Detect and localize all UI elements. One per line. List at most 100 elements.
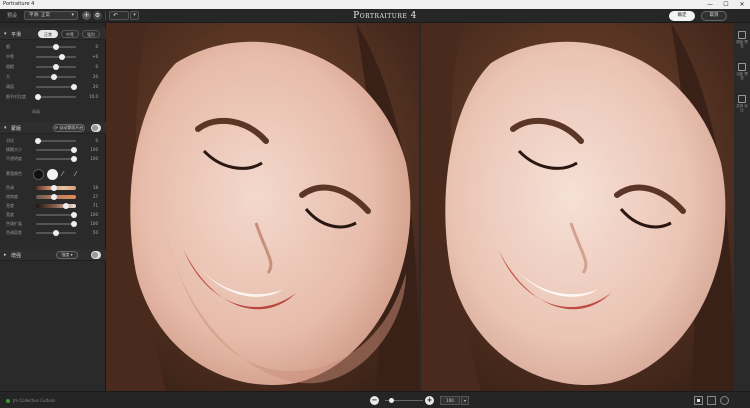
mask-slider-label: 不透明度	[6, 156, 22, 161]
top-toolbar: 预设 平滑: 正常 + ⚙ ↶ ▾ Portraiture 4 确定 取消	[0, 9, 750, 23]
mask-color-slider-value[interactable]: 27	[84, 194, 98, 199]
mask-color-slider-knob[interactable]	[71, 221, 77, 227]
smoothing-slider-track[interactable]	[36, 96, 76, 98]
enhance-toggle[interactable]	[91, 251, 101, 259]
mask-color-slider-row: 宽度 100	[0, 211, 106, 219]
advanced-label: 高级	[32, 109, 40, 114]
mask-color-slider-value[interactable]: 50	[84, 230, 98, 235]
undo-history-caret[interactable]: ▾	[130, 11, 139, 20]
original-image-pane[interactable]	[106, 23, 419, 391]
close-icon[interactable]: ✕	[734, 0, 750, 9]
grid-view-toggle[interactable]	[720, 396, 729, 405]
view-split-button[interactable]: 并排 对比	[735, 95, 749, 112]
mask-color-black-swatch[interactable]	[33, 169, 44, 180]
mask-color-slider-track[interactable]	[36, 214, 76, 216]
smoothing-slider-knob[interactable]	[35, 94, 41, 100]
preview-image-pane[interactable]	[421, 23, 734, 391]
mask-slider-label: 模糊大小	[6, 147, 22, 152]
mask-color-slider-knob[interactable]	[51, 185, 57, 191]
mask-slider-track[interactable]	[36, 140, 76, 142]
eyedropper-icon[interactable]: ⁄	[62, 170, 63, 178]
mask-slider-value[interactable]: 100	[84, 156, 98, 161]
mask-slider-row: 模糊大小 100	[0, 146, 106, 154]
mask-color-slider-knob[interactable]	[51, 194, 57, 200]
mask-color-slider-value[interactable]: 18	[84, 185, 98, 190]
smoothing-slider-row: 细0	[0, 43, 106, 51]
add-preset-button[interactable]: +	[82, 11, 91, 20]
zoom-dropdown-caret[interactable]: ▾	[461, 396, 469, 405]
mask-color-slider-value[interactable]: 100	[84, 221, 98, 226]
maximize-icon[interactable]: ☐	[718, 0, 734, 9]
smoothing-slider-track[interactable]	[36, 86, 76, 88]
smoothing-slider-track[interactable]	[36, 56, 76, 58]
eyedropper-add-icon[interactable]: ⁄	[75, 170, 76, 178]
smoothing-slider-value[interactable]: 0	[84, 64, 98, 69]
mask-section-header[interactable]: ▾ 蒙版 ⟳ 自动蒙版开启	[0, 122, 106, 134]
smoothing-slider-row: 中等 +6	[0, 53, 106, 61]
mode-medium-button[interactable]: 中等	[61, 30, 79, 38]
mask-slider-track[interactable]	[36, 149, 76, 151]
mask-color-slider-label: 色域扩展	[6, 221, 22, 226]
mask-color-slider-track[interactable]	[36, 204, 76, 208]
mask-color-slider-knob[interactable]	[71, 212, 77, 218]
mask-color-slider-label: 宽度	[6, 212, 14, 217]
mask-color-slider-value[interactable]: 71	[84, 203, 98, 208]
smoothing-slider-value[interactable]: +6	[84, 54, 98, 59]
settings-panel: ▾ 平滑 正常 中等 强烈 细 0 中等 +6 粗糙 0 大 20 阈值 20 细节对比度 10.0 …	[0, 23, 106, 391]
smoothing-slider-knob[interactable]	[59, 54, 65, 60]
mask-color-slider-value[interactable]: 100	[84, 212, 98, 217]
mask-slider-value[interactable]: 100	[84, 147, 98, 152]
smoothing-slider-knob[interactable]	[71, 84, 77, 90]
zoom-out-button[interactable]: −	[370, 396, 379, 405]
mask-color-slider-knob[interactable]	[63, 203, 69, 209]
ok-button[interactable]: 确定	[669, 11, 695, 21]
split-view-toggle[interactable]	[707, 396, 716, 405]
mask-slider-knob[interactable]	[71, 156, 77, 162]
mask-color-slider-knob[interactable]	[53, 230, 59, 236]
smoothing-slider-value[interactable]: 0	[84, 44, 98, 49]
preset-dropdown[interactable]: 平滑: 正常	[24, 11, 78, 20]
auto-mask-button[interactable]: ⟳ 自动蒙版开启	[53, 124, 85, 132]
smoothing-slider-label: 阈值	[6, 84, 14, 89]
status-text: Jm Collective Culture	[6, 398, 55, 403]
enhance-mode-dropdown[interactable]: 强度 ▾	[56, 251, 78, 259]
window-title: Portraiture 4	[3, 1, 35, 7]
zoom-slider-knob[interactable]	[389, 398, 394, 403]
smoothing-slider-label: 大	[6, 74, 10, 79]
zoom-level-field[interactable]: 100	[440, 396, 460, 405]
mask-color-slider-label: 饱和度	[6, 194, 18, 199]
smoothing-slider-knob[interactable]	[53, 44, 59, 50]
mask-color-white-swatch[interactable]	[47, 169, 58, 180]
smoothing-slider-row: 大 20	[0, 73, 106, 81]
enhance-section-header[interactable]: ▸ 增强 强度 ▾	[0, 249, 106, 261]
smoothing-slider-knob[interactable]	[51, 74, 57, 80]
smoothing-slider-value[interactable]: 10.0	[84, 94, 98, 99]
minimize-icon[interactable]: —	[702, 0, 718, 9]
smoothing-slider-value[interactable]: 20	[84, 74, 98, 79]
smoothing-section-header[interactable]: ▾ 平滑 正常 中等 强烈	[0, 28, 106, 40]
view-mode-panel: 原始 预览 当前 预览 并排 对比	[734, 23, 750, 391]
smoothing-slider-knob[interactable]	[53, 64, 59, 70]
cancel-button[interactable]: 取消	[701, 11, 727, 21]
zoom-in-button[interactable]: +	[425, 396, 434, 405]
mask-slider-row: 不透明度 100	[0, 155, 106, 163]
view-preview-button[interactable]: 当前 预览	[735, 63, 749, 80]
preset-options-button[interactable]: ⚙	[93, 11, 102, 20]
mode-strong-button[interactable]: 强烈	[82, 30, 100, 38]
mask-color-slider-track[interactable]	[36, 223, 76, 225]
mask-toggle[interactable]	[91, 124, 101, 132]
mask-slider-knob[interactable]	[35, 138, 41, 144]
view-original-button[interactable]: 原始 预览	[735, 31, 749, 48]
mode-normal-button[interactable]: 正常	[38, 30, 58, 38]
mask-slider-knob[interactable]	[71, 147, 77, 153]
undo-button[interactable]: ↶	[109, 11, 129, 20]
mask-color-slider-row: 饱和度 27	[0, 193, 106, 201]
mask-color-slider-row: 亮度 71	[0, 202, 106, 210]
expand-triangle-icon: ▾	[4, 31, 7, 37]
mask-slider-track[interactable]	[36, 158, 76, 160]
mask-slider-value[interactable]: 0	[84, 138, 98, 143]
single-view-toggle[interactable]	[694, 396, 703, 405]
smoothing-slider-value[interactable]: 20	[84, 84, 98, 89]
smoothing-slider-row: 粗糙 0	[0, 63, 106, 71]
mask-title: 蒙版	[11, 126, 22, 132]
